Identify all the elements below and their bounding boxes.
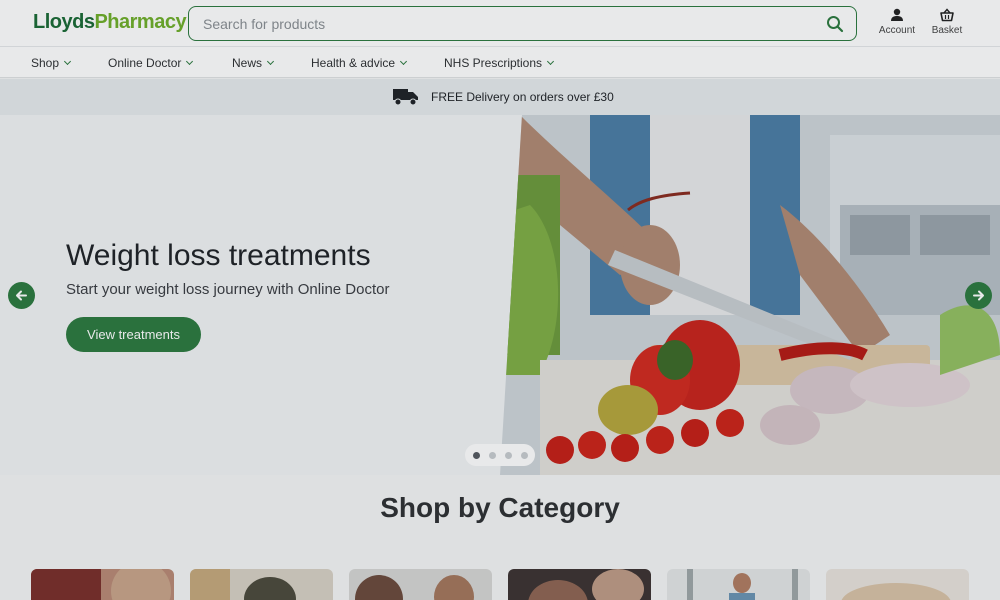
nav-item-nhs-prescriptions[interactable]: NHS Prescriptions	[444, 56, 555, 70]
arrow-left-icon	[16, 290, 27, 301]
delivery-banner: FREE Delivery on orders over £30	[0, 79, 1000, 115]
category-image	[349, 569, 492, 600]
category-image	[190, 569, 333, 600]
site-logo[interactable]: LloydsPharmacy	[33, 11, 187, 34]
carousel-dot-2[interactable]	[489, 452, 496, 459]
account-button[interactable]: Account	[872, 8, 922, 36]
chevron-down-icon	[400, 57, 408, 66]
category-image	[826, 569, 969, 600]
delivery-text: FREE Delivery on orders over £30	[431, 90, 614, 104]
logo-part-lloyds: Lloyds	[33, 11, 95, 33]
category-image	[667, 569, 810, 600]
section-title-shop-by-category: Shop by Category	[380, 492, 620, 523]
delivery-message: FREE Delivery on orders over £30	[393, 88, 614, 106]
chevron-down-icon	[546, 57, 555, 66]
hero-title: Weight loss treatments	[66, 239, 371, 272]
nav-item-label: NHS Prescriptions	[444, 56, 543, 70]
main-nav: Shop Online Doctor News Health & advice …	[0, 46, 1000, 78]
carousel-dot-3[interactable]	[505, 452, 512, 459]
search-bar	[188, 6, 857, 41]
basket-icon	[940, 8, 954, 22]
person-icon	[891, 8, 903, 21]
logo-part-pharmacy: Pharmacy	[94, 11, 187, 33]
nav-item-shop[interactable]: Shop	[31, 56, 72, 70]
carousel-dot-4[interactable]	[521, 452, 528, 459]
carousel-dot-1[interactable]	[473, 452, 480, 459]
nav-item-label: Online Doctor	[108, 56, 182, 70]
basket-label: Basket	[931, 25, 963, 36]
category-image	[31, 569, 174, 600]
hero-image	[500, 115, 1000, 475]
view-treatments-button[interactable]: View treatments	[66, 317, 201, 352]
account-label: Account	[878, 25, 916, 36]
nav-item-health-advice[interactable]: Health & advice	[311, 56, 408, 70]
hero-subtitle: Start your weight loss journey with Onli…	[66, 281, 390, 298]
nav-item-label: Health & advice	[311, 56, 396, 70]
category-card[interactable]	[826, 569, 969, 600]
nav-item-news[interactable]: News	[232, 56, 275, 70]
category-image	[508, 569, 651, 600]
arrow-right-icon	[973, 290, 984, 301]
hero-carousel: Weight loss treatments Start your weight…	[0, 115, 1000, 475]
site-header: LloydsPharmacy Account Basket	[0, 0, 1000, 46]
chevron-down-icon	[63, 57, 72, 66]
category-card[interactable]	[667, 569, 810, 600]
search-icon[interactable]	[826, 15, 844, 33]
category-card[interactable]	[190, 569, 333, 600]
truck-icon	[393, 89, 418, 106]
basket-button[interactable]: Basket	[922, 8, 972, 36]
category-card[interactable]	[31, 569, 174, 600]
nav-item-label: News	[232, 56, 263, 70]
chevron-down-icon	[186, 57, 194, 66]
category-card[interactable]	[349, 569, 492, 600]
carousel-prev-button[interactable]	[8, 282, 35, 309]
search-input[interactable]	[203, 14, 803, 34]
nav-item-online-doctor[interactable]: Online Doctor	[108, 56, 194, 70]
category-card[interactable]	[508, 569, 651, 600]
chevron-down-icon	[266, 57, 275, 66]
nav-item-label: Shop	[31, 56, 60, 70]
carousel-next-button[interactable]	[965, 282, 992, 309]
carousel-pagination	[465, 444, 535, 466]
